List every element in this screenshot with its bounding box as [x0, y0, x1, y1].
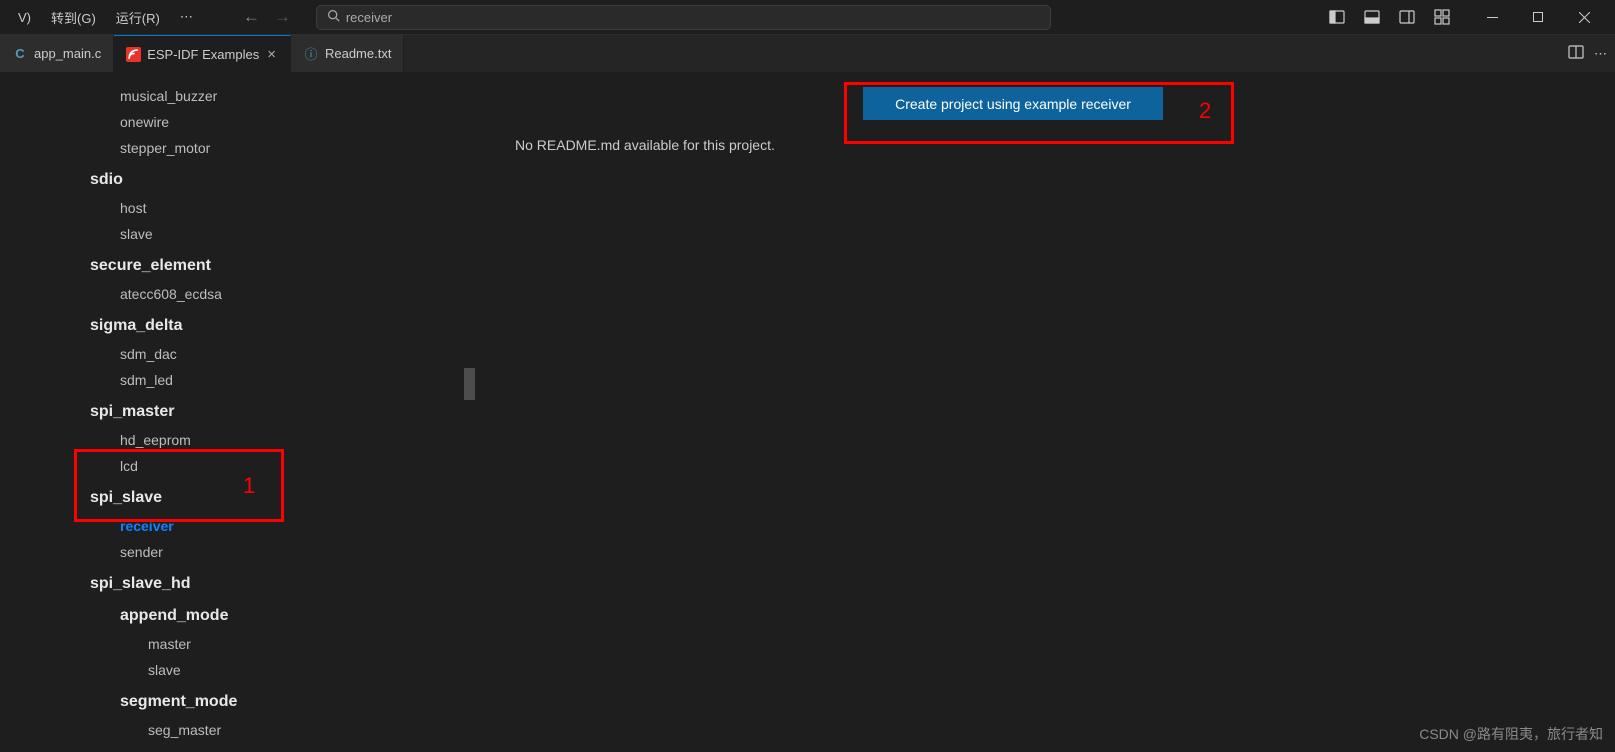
tree-item[interactable]: onewire	[0, 109, 475, 135]
nav-forward-icon[interactable]: →	[274, 7, 291, 27]
menu-bar: V) 转到(G) 运行(R) ⋯	[8, 4, 203, 31]
tree-item[interactable]: lcd	[0, 453, 475, 479]
examples-tree: musical_buzzeronewirestepper_motorsdioho…	[0, 73, 475, 752]
no-readme-message: No README.md available for this project.	[515, 137, 1575, 153]
window-maximize-icon[interactable]	[1515, 0, 1561, 35]
tree-item[interactable]: atecc608_ecdsa	[0, 281, 475, 307]
tree-item[interactable]: spi_master	[0, 399, 475, 425]
tree-item[interactable]: seg_master	[0, 717, 475, 743]
annotation-number-1: 1	[243, 473, 255, 499]
window-minimize-icon[interactable]	[1469, 0, 1515, 35]
info-icon: ⓘ	[303, 46, 319, 62]
example-detail-panel: No README.md available for this project.…	[475, 73, 1615, 752]
menu-goto[interactable]: 转到(G)	[41, 4, 106, 31]
tree-item[interactable]: sdio	[0, 167, 475, 193]
search-input[interactable]: receiver	[316, 5, 1051, 30]
tree-item[interactable]: slave	[0, 221, 475, 247]
title-bar: V) 转到(G) 运行(R) ⋯ ← → receiver	[0, 0, 1615, 35]
more-actions-icon[interactable]: ⋯	[1594, 46, 1607, 62]
create-project-button[interactable]: Create project using example receiver	[863, 87, 1163, 120]
menu-run[interactable]: 运行(R)	[106, 4, 170, 31]
tree-item[interactable]: musical_buzzer	[0, 83, 475, 109]
window-controls	[1319, 0, 1607, 35]
search-value: receiver	[346, 10, 392, 25]
nav-back-icon[interactable]: ←	[243, 7, 260, 27]
layout-toggle-panel-icon[interactable]	[1354, 0, 1389, 35]
tree-item[interactable]: master	[0, 631, 475, 657]
tab-label: ESP-IDF Examples	[147, 47, 259, 62]
menu-cropped[interactable]: V)	[8, 6, 41, 29]
tree-item[interactable]: segment_mode	[0, 689, 475, 715]
tab-label: app_main.c	[34, 46, 101, 61]
tab-app-main[interactable]: C app_main.c	[0, 35, 114, 72]
tree-item[interactable]: append_mode	[0, 603, 475, 629]
tree-item[interactable]: secure_element	[0, 253, 475, 279]
watermark: CSDN @路有阻夷，旅行者知	[1419, 724, 1603, 744]
annotation-number-2: 2	[1199, 98, 1211, 124]
tree-item[interactable]: spi_slave	[0, 485, 475, 511]
tree-item[interactable]: spi_slave_hd	[0, 571, 475, 597]
espressif-icon	[126, 47, 141, 62]
split-editor-icon[interactable]	[1568, 44, 1584, 63]
tree-item[interactable]: slave	[0, 657, 475, 683]
tree-item[interactable]: receiver	[0, 513, 475, 539]
search-icon	[327, 9, 340, 25]
tree-item[interactable]: sigma_delta	[0, 313, 475, 339]
tab-readme[interactable]: ⓘ Readme.txt	[291, 35, 404, 72]
layout-customize-icon[interactable]	[1424, 0, 1459, 35]
layout-toggle-sidebar-icon[interactable]	[1319, 0, 1354, 35]
menu-more-icon[interactable]: ⋯	[170, 5, 203, 29]
tab-bar-actions: ⋯	[1568, 35, 1615, 72]
layout-toggle-right-icon[interactable]	[1389, 0, 1424, 35]
main-content: musical_buzzeronewirestepper_motorsdioho…	[0, 73, 1615, 752]
tree-item[interactable]: host	[0, 195, 475, 221]
tab-bar: C app_main.c ESP-IDF Examples × ⓘ Readme…	[0, 35, 1615, 73]
tree-item[interactable]: hd_eeprom	[0, 427, 475, 453]
window-close-icon[interactable]	[1561, 0, 1607, 35]
scrollbar-thumb[interactable]	[464, 368, 475, 400]
tree-item[interactable]: sender	[0, 539, 475, 565]
tab-close-icon[interactable]: ×	[265, 46, 278, 63]
tree-item[interactable]: sdm_led	[0, 367, 475, 393]
tree-item[interactable]: stepper_motor	[0, 135, 475, 161]
tab-label: Readme.txt	[325, 46, 391, 61]
nav-arrows: ← →	[243, 7, 291, 27]
tree-item[interactable]: sdm_dac	[0, 341, 475, 367]
c-file-icon: C	[12, 46, 28, 62]
tab-esp-idf-examples[interactable]: ESP-IDF Examples ×	[114, 35, 291, 72]
